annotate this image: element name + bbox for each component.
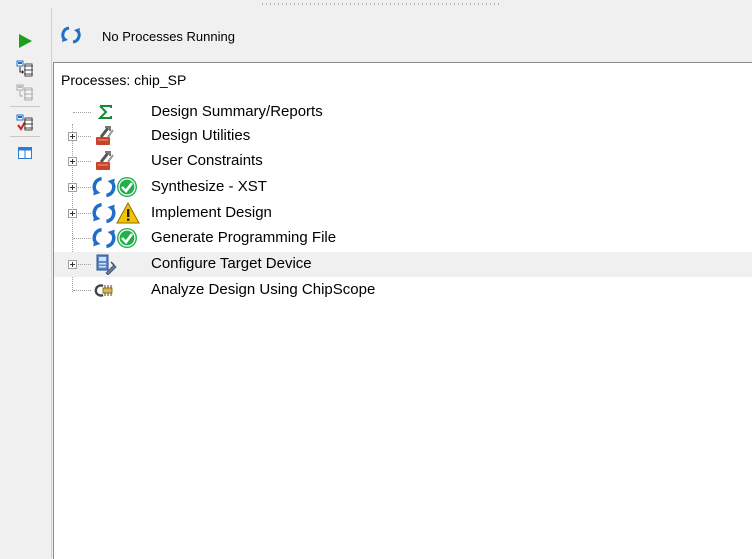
expand-toggle[interactable] [68, 157, 77, 166]
tree-branch [73, 290, 91, 291]
tree-item-label: Generate Programming File [151, 229, 337, 246]
processes-panel: Processes: chip_SP Design Summary/Report… [53, 62, 752, 559]
tree-item-label: Configure Target Device [151, 255, 312, 272]
toolbar-divider [51, 8, 52, 558]
tree-item-synthesize[interactable]: Synthesize - XST [54, 175, 752, 200]
stop-icon [16, 114, 33, 131]
sigma-icon [97, 105, 112, 119]
stop-button[interactable] [13, 112, 37, 134]
tree-item-configure-target-device[interactable]: Configure Target Device [54, 252, 752, 277]
tree-branch [78, 136, 91, 137]
tree-item-label: Design Utilities [151, 127, 251, 144]
tree-item-label: Synthesize - XST [151, 178, 267, 195]
process-status-bar: No Processes Running [53, 8, 752, 62]
tools-icon [96, 151, 114, 170]
process-tree: Design Summary/Reports Design Utilities [54, 63, 752, 559]
expand-toggle[interactable] [68, 209, 77, 218]
tree-item-analyze-chipscope[interactable]: Analyze Design Using ChipScope [54, 278, 752, 303]
tree-branch [73, 112, 91, 113]
panel-resize-grip[interactable] [0, 0, 752, 8]
tree-item-label: Implement Design [151, 204, 272, 221]
tree-item-generate-programming-file[interactable]: Generate Programming File [54, 226, 752, 251]
toolbar-separator [10, 136, 40, 137]
warning-icon [116, 202, 140, 224]
properties-button[interactable] [13, 142, 37, 164]
expand-toggle[interactable] [68, 132, 77, 141]
rerun-all-button[interactable] [13, 82, 37, 104]
refresh-icon [92, 227, 116, 249]
tree-item-design-summary[interactable]: Design Summary/Reports [54, 100, 752, 125]
play-icon [19, 34, 32, 48]
check-icon [117, 177, 137, 197]
rerun-button[interactable] [13, 58, 37, 80]
grip-dots [262, 3, 502, 5]
check-icon [117, 228, 137, 248]
refresh-icon [61, 26, 81, 44]
tree-branch [78, 161, 91, 162]
chipscope-icon [94, 284, 113, 297]
tree-branch [78, 187, 91, 188]
process-toolbar [0, 8, 51, 558]
run-button[interactable] [13, 30, 37, 52]
refresh-icon [92, 202, 116, 224]
tree-item-label: Design Summary/Reports [151, 103, 323, 120]
tools-icon [96, 126, 114, 145]
rerun-icon [16, 60, 33, 77]
toolbar-separator [10, 106, 40, 107]
expand-toggle[interactable] [68, 260, 77, 269]
tree-item-label: User Constraints [151, 152, 263, 169]
status-text: No Processes Running [102, 29, 235, 44]
tree-item-implement-design[interactable]: Implement Design [54, 201, 752, 226]
rerun-all-icon [16, 84, 33, 101]
tree-branch [78, 213, 91, 214]
tree-branch [78, 264, 91, 265]
refresh-icon [92, 176, 116, 198]
tree-item-label: Analyze Design Using ChipScope [151, 281, 376, 298]
expand-toggle[interactable] [68, 183, 77, 192]
window-icon [18, 147, 32, 159]
tree-item-user-constraints[interactable]: User Constraints [54, 149, 752, 174]
configure-device-icon [96, 254, 117, 275]
tree-item-design-utilities[interactable]: Design Utilities [54, 124, 752, 149]
tree-branch [73, 238, 91, 239]
